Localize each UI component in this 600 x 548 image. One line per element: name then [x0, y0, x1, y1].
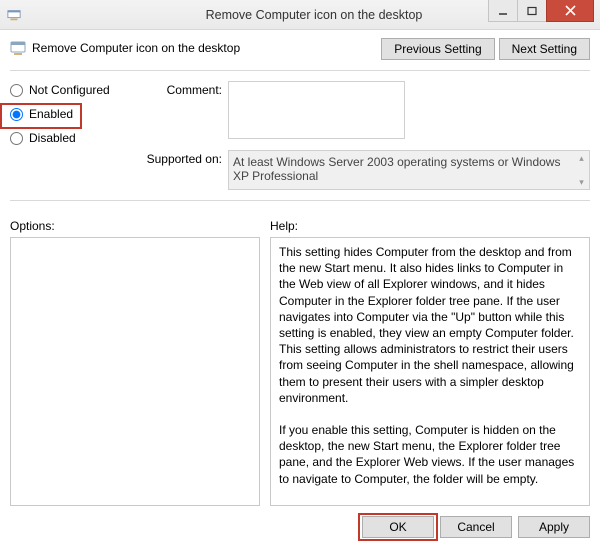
radio-not-configured-input[interactable] [10, 84, 23, 97]
supported-label: Supported on: [134, 150, 222, 190]
divider [10, 200, 590, 201]
radio-disabled[interactable]: Disabled [10, 131, 128, 145]
radio-enabled-label: Enabled [29, 107, 73, 121]
supported-scrollbar: ▴ ▾ [574, 151, 589, 189]
radio-not-configured-label: Not Configured [29, 83, 110, 97]
cancel-button[interactable]: Cancel [440, 516, 512, 538]
options-panel [10, 237, 260, 506]
window-icon [0, 8, 28, 22]
policy-title: Remove Computer icon on the desktop [32, 41, 240, 55]
help-label: Help: [270, 219, 590, 233]
next-setting-button[interactable]: Next Setting [499, 38, 590, 60]
scroll-up-icon: ▴ [574, 151, 589, 165]
scroll-down-icon: ▾ [574, 175, 589, 189]
comment-input[interactable] [228, 81, 405, 139]
supported-on-text: At least Windows Server 2003 operating s… [233, 155, 560, 183]
close-button[interactable] [546, 0, 594, 22]
policy-icon [10, 40, 26, 56]
radio-disabled-input[interactable] [10, 132, 23, 145]
radio-not-configured[interactable]: Not Configured [10, 83, 128, 97]
state-radios: Not Configured Enabled Disabled [10, 81, 128, 190]
previous-setting-button[interactable]: Previous Setting [381, 38, 494, 60]
comment-label: Comment: [134, 81, 222, 142]
radio-enabled-input[interactable] [10, 108, 23, 121]
supported-on-box: At least Windows Server 2003 operating s… [228, 150, 590, 190]
ok-button[interactable]: OK [362, 516, 434, 538]
apply-button[interactable]: Apply [518, 516, 590, 538]
radio-disabled-label: Disabled [29, 131, 76, 145]
titlebar: Remove Computer icon on the desktop [0, 0, 600, 30]
maximize-button[interactable] [517, 0, 547, 22]
divider [10, 70, 590, 71]
options-label: Options: [10, 219, 260, 233]
minimize-button[interactable] [488, 0, 518, 22]
help-text[interactable]: This setting hides Computer from the des… [270, 237, 590, 506]
radio-enabled[interactable]: Enabled [10, 107, 128, 121]
